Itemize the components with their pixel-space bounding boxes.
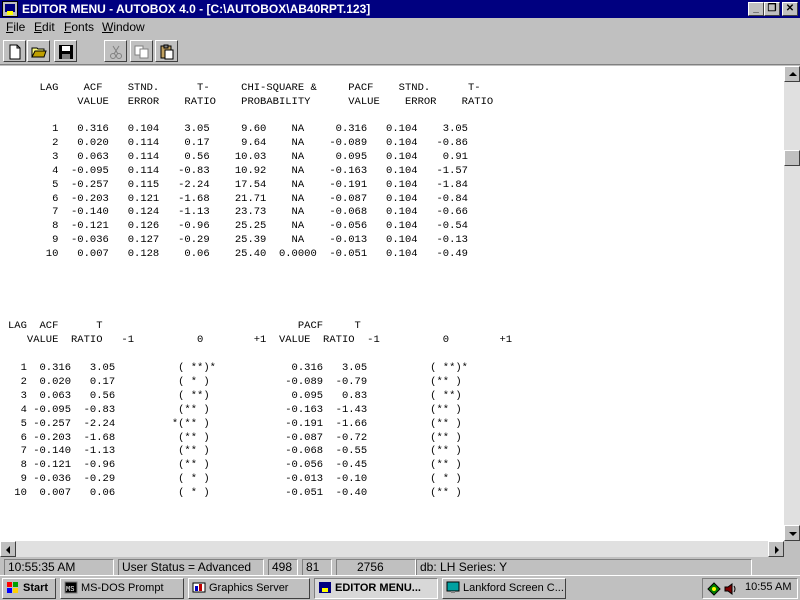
menu-file[interactable]: File [6, 20, 25, 34]
close-button[interactable]: ✕ [782, 2, 798, 16]
down-arrow-icon [789, 532, 797, 536]
svg-text:MS: MS [66, 586, 74, 594]
new-file-icon [9, 44, 21, 60]
task-editor-menu[interactable]: EDITOR MENU... [314, 578, 438, 599]
status-column: 81 [302, 559, 332, 576]
task-msdos[interactable]: MS MS-DOS Prompt [60, 578, 184, 599]
paste-button[interactable] [155, 40, 178, 62]
save-button[interactable] [54, 40, 77, 62]
maximize-button[interactable]: ❐ [764, 2, 780, 16]
status-db-series: db: LH Series: Y [416, 559, 752, 576]
title-bar[interactable]: EDITOR MENU - AUTOBOX 4.0 - [C:\AUTOBOX\… [0, 0, 800, 18]
correlogram-header: LAG ACF T PACF T VALUE RATIO -1 0 +1 VAL… [8, 320, 513, 346]
system-tray: 10:55 AM [702, 578, 798, 599]
vertical-scroll-thumb[interactable] [784, 150, 800, 166]
up-arrow-icon [789, 72, 797, 76]
task-label: MS-DOS Prompt [81, 582, 164, 594]
taskbar-clock[interactable]: 10:55 AM [745, 581, 791, 593]
acf-table-rows: 1 0.316 0.104 3.05 9.60 NA 0.316 0.104 3… [45, 123, 468, 261]
vertical-scrollbar[interactable] [784, 66, 800, 541]
acf-table-header: LAG ACF STND. T- CHI-SQUARE & PACF STND.… [39, 82, 494, 108]
menu-window[interactable]: Window [102, 20, 145, 34]
autobox-icon [319, 582, 331, 593]
save-disk-icon [59, 45, 73, 59]
left-arrow-icon [6, 546, 10, 554]
start-label: Start [23, 582, 49, 594]
copy-button[interactable] [130, 40, 153, 62]
copy-icon [134, 45, 149, 59]
menu-fonts[interactable]: Fonts [64, 20, 94, 34]
cut-button[interactable] [104, 40, 127, 62]
task-label: EDITOR MENU... [335, 582, 421, 594]
open-button[interactable] [27, 40, 50, 62]
toolbar [0, 37, 800, 65]
scroll-right-button[interactable] [768, 541, 784, 557]
status-line: 498 [268, 559, 298, 576]
scroll-left-button[interactable] [0, 541, 16, 557]
scroll-down-button[interactable] [784, 525, 800, 541]
tray-app-icon[interactable] [706, 581, 722, 597]
menu-edit[interactable]: Edit [34, 20, 55, 34]
status-user: User Status = Advanced [118, 559, 264, 576]
minimize-button[interactable]: _ [748, 2, 764, 16]
new-file-button[interactable] [3, 40, 26, 62]
status-time: 10:55:35 AM [4, 559, 114, 576]
app-icon[interactable] [2, 1, 18, 17]
status-count: 2756 [336, 559, 416, 576]
scroll-up-button[interactable] [784, 66, 800, 82]
graphics-server-icon [192, 582, 206, 593]
task-lankford-screen[interactable]: Lankford Screen C... [442, 578, 566, 599]
task-label: Graphics Server [209, 582, 289, 594]
right-arrow-icon [775, 546, 779, 554]
window-title: EDITOR MENU - AUTOBOX 4.0 - [C:\AUTOBOX\… [22, 2, 371, 16]
start-button[interactable]: Start [2, 578, 56, 599]
msdos-icon: MS [64, 581, 78, 594]
taskbar: Start MS MS-DOS Prompt Graphics Server ED… [0, 575, 800, 600]
horizontal-scrollbar[interactable] [0, 541, 800, 557]
status-bar: 10:55:35 AM User Status = Advanced 498 8… [0, 557, 800, 577]
screen-capture-icon [446, 581, 460, 593]
paste-icon [160, 44, 174, 60]
scrollbar-corner [784, 541, 800, 557]
cut-scissors-icon [110, 45, 122, 59]
report-text-area[interactable]: LAG ACF STND. T- CHI-SQUARE & PACF STND.… [0, 66, 784, 541]
tray-speaker-icon[interactable] [723, 582, 739, 596]
windows-logo-icon [7, 582, 18, 593]
task-graphics-server[interactable]: Graphics Server [188, 578, 310, 599]
correlogram-rows: 1 0.316 3.05 ( **)* 0.316 3.05 ( **)* 2 … [14, 362, 468, 500]
open-folder-icon [31, 47, 47, 58]
menu-bar: File Edit Fonts Window [0, 18, 800, 37]
task-label: Lankford Screen C... [463, 582, 564, 594]
